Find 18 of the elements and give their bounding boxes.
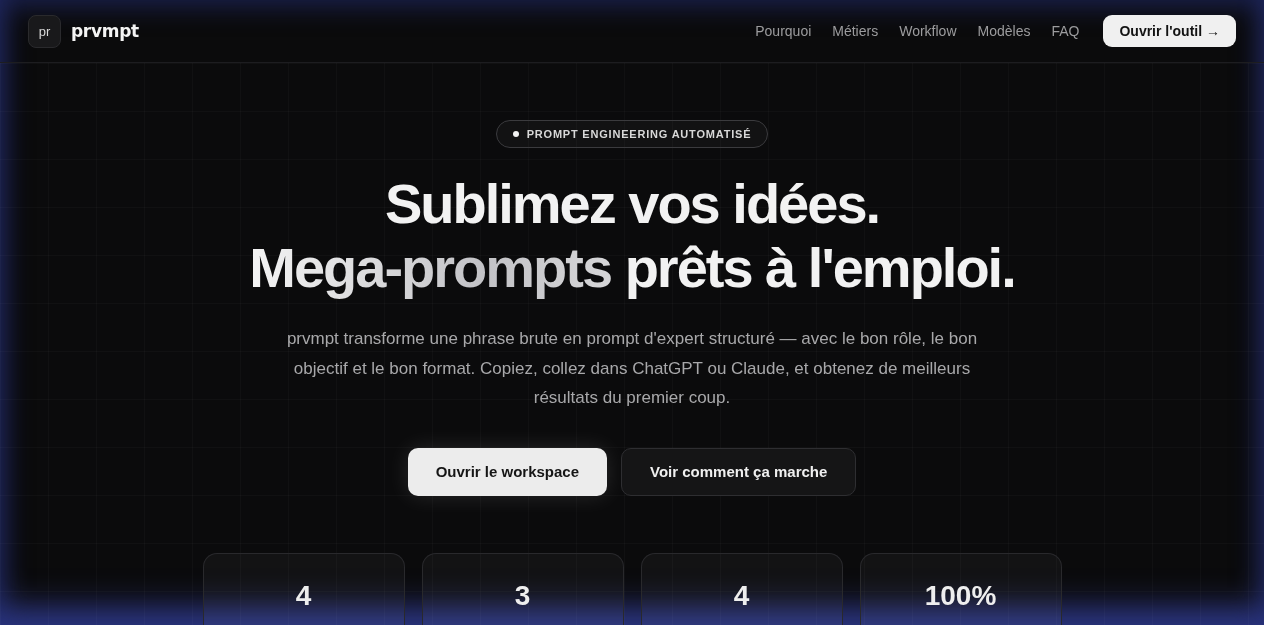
brand-wordmark[interactable]: prvmpt [71,21,139,41]
badge-label: PROMPT ENGINEERING AUTOMATISÉ [526,128,752,140]
nav-link[interactable]: Modèles [977,23,1031,39]
nav-link[interactable]: Métiers [832,23,879,39]
hero-description: prvmpt transforme une phrase brute en prompt d'expert structuré — avec le bon rôle, le bon objectif et le bon format. Copiez, collez dans ChatGPT ou Claude, et obtenez de meilleurs résultats du premier coup. [285,328,979,409]
stat-value: 3 [514,578,531,613]
dot-icon [512,131,519,137]
nav-link[interactable]: Pourquoi [755,23,812,39]
nav-link[interactable]: Workflow [899,23,957,39]
how-it-works-button[interactable]: Voir comment ça marche [621,447,857,496]
stat-value: 4 [733,578,750,613]
open-tool-button[interactable]: Ouvrir l'outil → [1103,15,1236,47]
open-workspace-button[interactable]: Ouvrir le workspace [407,447,608,496]
stat-value: 4 [295,578,312,613]
logo-mark[interactable]: pr [28,14,61,48]
hero-heading: Sublimez vos idées. Mega-prompts prêts à l'emploi. [249,172,1015,300]
stat-value: 100% [924,578,997,613]
nav-link[interactable]: FAQ [1051,23,1080,39]
